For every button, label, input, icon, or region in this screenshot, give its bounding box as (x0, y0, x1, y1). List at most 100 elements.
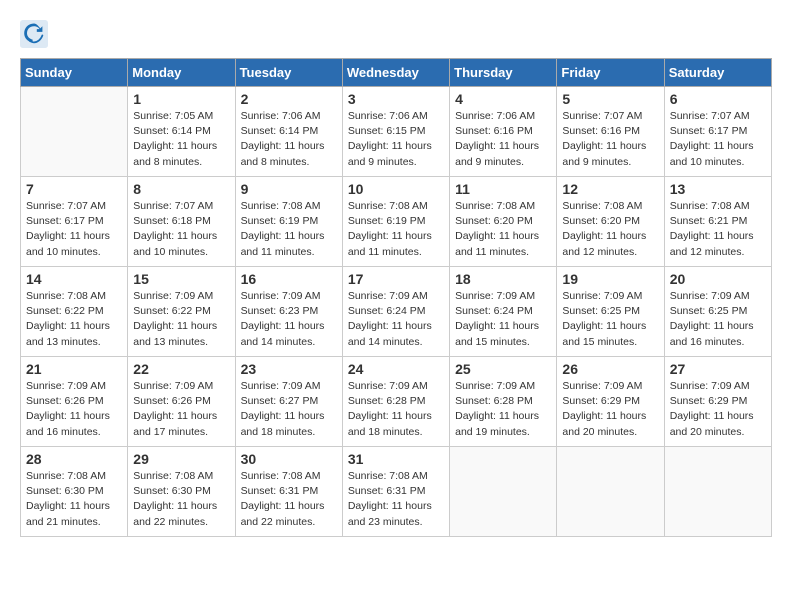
day-info: Sunrise: 7:07 AMSunset: 6:16 PMDaylight:… (562, 109, 658, 170)
calendar-day-cell: 19 Sunrise: 7:09 AMSunset: 6:25 PMDayligh… (557, 267, 664, 357)
calendar-day-cell: 31 Sunrise: 7:08 AMSunset: 6:31 PMDayligh… (342, 447, 449, 537)
day-info: Sunrise: 7:09 AMSunset: 6:22 PMDaylight:… (133, 289, 229, 350)
day-info: Sunrise: 7:08 AMSunset: 6:19 PMDaylight:… (348, 199, 444, 260)
day-info: Sunrise: 7:08 AMSunset: 6:30 PMDaylight:… (133, 469, 229, 530)
calendar-day-cell: 11Sunrise: 7:08 AMSunset: 6:20 PMDayligh… (450, 177, 557, 267)
day-info: Sunrise: 7:08 AMSunset: 6:21 PMDaylight:… (670, 199, 766, 260)
day-info: Sunrise: 7:07 AMSunset: 6:18 PMDaylight:… (133, 199, 229, 260)
day-info: Sunrise: 7:08 AMSunset: 6:19 PMDaylight:… (241, 199, 337, 260)
day-number: 15 (133, 271, 229, 287)
calendar-day-cell: 2 Sunrise: 7:06 AMSunset: 6:14 PMDaylight… (235, 87, 342, 177)
calendar-day-cell: 15 Sunrise: 7:09 AMSunset: 6:22 PMDayligh… (128, 267, 235, 357)
calendar-week-row: 28 Sunrise: 7:08 AMSunset: 6:30 PMDayligh… (21, 447, 772, 537)
calendar-day-cell: 1 Sunrise: 7:05 AMSunset: 6:14 PMDaylight… (128, 87, 235, 177)
day-number: 4 (455, 91, 551, 107)
day-number: 6 (670, 91, 766, 107)
day-info: Sunrise: 7:08 AMSunset: 6:22 PMDaylight:… (26, 289, 122, 350)
calendar-day-cell: 12Sunrise: 7:08 AMSunset: 6:20 PMDayligh… (557, 177, 664, 267)
calendar-day-cell: 4 Sunrise: 7:06 AMSunset: 6:16 PMDaylight… (450, 87, 557, 177)
calendar-header-row: SundayMondayTuesdayWednesdayThursdayFrid… (21, 59, 772, 87)
day-number: 14 (26, 271, 122, 287)
calendar-day-cell: 30 Sunrise: 7:08 AMSunset: 6:31 PMDayligh… (235, 447, 342, 537)
calendar-day-cell: 10 Sunrise: 7:08 AMSunset: 6:19 PMDayligh… (342, 177, 449, 267)
day-info: Sunrise: 7:09 AMSunset: 6:25 PMDaylight:… (562, 289, 658, 350)
day-info: Sunrise: 7:08 AMSunset: 6:20 PMDaylight:… (455, 199, 551, 260)
calendar-day-cell: 25Sunrise: 7:09 AMSunset: 6:28 PMDayligh… (450, 357, 557, 447)
day-info: Sunrise: 7:06 AMSunset: 6:15 PMDaylight:… (348, 109, 444, 170)
calendar-table: SundayMondayTuesdayWednesdayThursdayFrid… (20, 58, 772, 537)
calendar-day-cell: 13 Sunrise: 7:08 AMSunset: 6:21 PMDayligh… (664, 177, 771, 267)
day-number: 7 (26, 181, 122, 197)
day-info: Sunrise: 7:09 AMSunset: 6:29 PMDaylight:… (562, 379, 658, 440)
calendar-day-cell: 6 Sunrise: 7:07 AMSunset: 6:17 PMDaylight… (664, 87, 771, 177)
day-number: 17 (348, 271, 444, 287)
day-number: 5 (562, 91, 658, 107)
day-info: Sunrise: 7:07 AMSunset: 6:17 PMDaylight:… (670, 109, 766, 170)
day-info: Sunrise: 7:09 AMSunset: 6:28 PMDaylight:… (455, 379, 551, 440)
day-number: 3 (348, 91, 444, 107)
day-info: Sunrise: 7:08 AMSunset: 6:30 PMDaylight:… (26, 469, 122, 530)
header-thursday: Thursday (450, 59, 557, 87)
calendar-day-cell: 24 Sunrise: 7:09 AMSunset: 6:28 PMDayligh… (342, 357, 449, 447)
header-friday: Friday (557, 59, 664, 87)
day-number: 31 (348, 451, 444, 467)
calendar-week-row: 14 Sunrise: 7:08 AMSunset: 6:22 PMDayligh… (21, 267, 772, 357)
calendar-day-cell: 26Sunrise: 7:09 AMSunset: 6:29 PMDayligh… (557, 357, 664, 447)
day-number: 1 (133, 91, 229, 107)
day-number: 13 (670, 181, 766, 197)
header-monday: Monday (128, 59, 235, 87)
calendar-day-cell (450, 447, 557, 537)
day-number: 24 (348, 361, 444, 377)
day-number: 2 (241, 91, 337, 107)
day-number: 28 (26, 451, 122, 467)
day-info: Sunrise: 7:09 AMSunset: 6:28 PMDaylight:… (348, 379, 444, 440)
calendar-day-cell: 21 Sunrise: 7:09 AMSunset: 6:26 PMDayligh… (21, 357, 128, 447)
calendar-day-cell (557, 447, 664, 537)
day-info: Sunrise: 7:06 AMSunset: 6:14 PMDaylight:… (241, 109, 337, 170)
day-number: 21 (26, 361, 122, 377)
calendar-day-cell (664, 447, 771, 537)
day-info: Sunrise: 7:09 AMSunset: 6:23 PMDaylight:… (241, 289, 337, 350)
header-tuesday: Tuesday (235, 59, 342, 87)
day-number: 29 (133, 451, 229, 467)
day-number: 10 (348, 181, 444, 197)
day-info: Sunrise: 7:07 AMSunset: 6:17 PMDaylight:… (26, 199, 122, 260)
day-number: 20 (670, 271, 766, 287)
day-info: Sunrise: 7:09 AMSunset: 6:29 PMDaylight:… (670, 379, 766, 440)
day-info: Sunrise: 7:08 AMSunset: 6:31 PMDaylight:… (348, 469, 444, 530)
calendar-day-cell: 17Sunrise: 7:09 AMSunset: 6:24 PMDayligh… (342, 267, 449, 357)
calendar-day-cell: 23 Sunrise: 7:09 AMSunset: 6:27 PMDayligh… (235, 357, 342, 447)
day-info: Sunrise: 7:08 AMSunset: 6:31 PMDaylight:… (241, 469, 337, 530)
calendar-day-cell: 27 Sunrise: 7:09 AMSunset: 6:29 PMDayligh… (664, 357, 771, 447)
calendar-day-cell: 5 Sunrise: 7:07 AMSunset: 6:16 PMDaylight… (557, 87, 664, 177)
calendar-day-cell: 20Sunrise: 7:09 AMSunset: 6:25 PMDayligh… (664, 267, 771, 357)
calendar-day-cell (21, 87, 128, 177)
calendar-week-row: 7 Sunrise: 7:07 AMSunset: 6:17 PMDaylight… (21, 177, 772, 267)
calendar-day-cell: 3 Sunrise: 7:06 AMSunset: 6:15 PMDaylight… (342, 87, 449, 177)
calendar-day-cell: 22 Sunrise: 7:09 AMSunset: 6:26 PMDayligh… (128, 357, 235, 447)
page-header (20, 20, 772, 48)
day-info: Sunrise: 7:05 AMSunset: 6:14 PMDaylight:… (133, 109, 229, 170)
calendar-day-cell: 18 Sunrise: 7:09 AMSunset: 6:24 PMDayligh… (450, 267, 557, 357)
calendar-day-cell: 14 Sunrise: 7:08 AMSunset: 6:22 PMDayligh… (21, 267, 128, 357)
day-info: Sunrise: 7:09 AMSunset: 6:26 PMDaylight:… (26, 379, 122, 440)
day-info: Sunrise: 7:06 AMSunset: 6:16 PMDaylight:… (455, 109, 551, 170)
day-info: Sunrise: 7:09 AMSunset: 6:26 PMDaylight:… (133, 379, 229, 440)
day-number: 30 (241, 451, 337, 467)
calendar-week-row: 21 Sunrise: 7:09 AMSunset: 6:26 PMDayligh… (21, 357, 772, 447)
day-number: 18 (455, 271, 551, 287)
calendar-week-row: 1 Sunrise: 7:05 AMSunset: 6:14 PMDaylight… (21, 87, 772, 177)
day-info: Sunrise: 7:08 AMSunset: 6:20 PMDaylight:… (562, 199, 658, 260)
day-number: 22 (133, 361, 229, 377)
day-number: 23 (241, 361, 337, 377)
day-info: Sunrise: 7:09 AMSunset: 6:24 PMDaylight:… (455, 289, 551, 350)
header-wednesday: Wednesday (342, 59, 449, 87)
calendar-day-cell: 28 Sunrise: 7:08 AMSunset: 6:30 PMDayligh… (21, 447, 128, 537)
calendar-day-cell: 9Sunrise: 7:08 AMSunset: 6:19 PMDaylight… (235, 177, 342, 267)
day-number: 16 (241, 271, 337, 287)
day-info: Sunrise: 7:09 AMSunset: 6:27 PMDaylight:… (241, 379, 337, 440)
general-blue-icon (20, 20, 48, 48)
calendar-day-cell: 16 Sunrise: 7:09 AMSunset: 6:23 PMDayligh… (235, 267, 342, 357)
day-number: 19 (562, 271, 658, 287)
day-number: 27 (670, 361, 766, 377)
